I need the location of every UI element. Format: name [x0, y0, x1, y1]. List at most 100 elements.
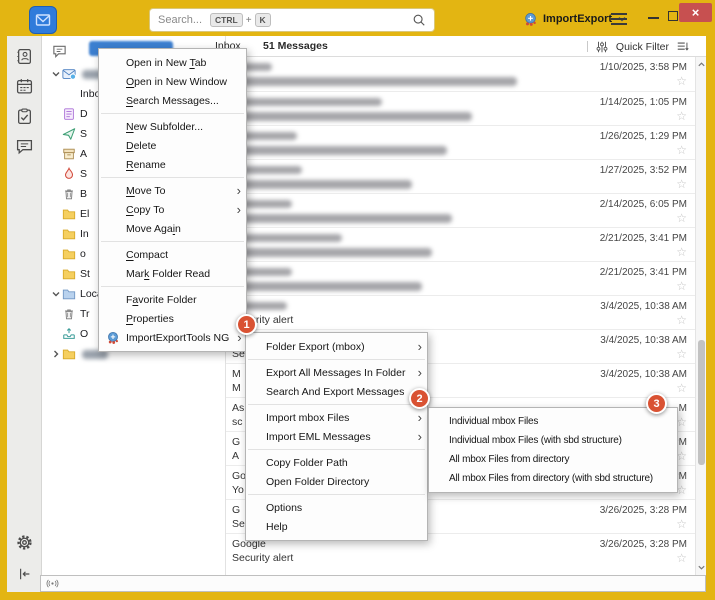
calendar-icon[interactable] — [16, 78, 33, 95]
menu-item[interactable]: Individual mbox Files (with sbd structur… — [429, 431, 677, 450]
chevron-down-icon[interactable] — [50, 289, 62, 299]
menu-item[interactable]: Open in New Tab › — [99, 53, 246, 72]
star-icon[interactable]: ☆ — [676, 280, 687, 292]
message-row[interactable]: 2/21/2025, 3:41 PM ☆ — [226, 261, 695, 295]
message-date: 2/21/2025, 3:41 PM — [599, 232, 687, 244]
star-icon[interactable]: ☆ — [676, 246, 687, 258]
menu-separator — [248, 359, 425, 360]
menu-item[interactable]: Folder Export (mbox) › — [246, 337, 427, 356]
menu-item[interactable]: Open in New Window › — [99, 72, 246, 91]
chat-icon[interactable] — [16, 138, 33, 155]
menu-item[interactable]: Rename › — [99, 155, 246, 174]
scroll-down-icon[interactable] — [697, 563, 706, 572]
tasks-icon[interactable] — [16, 108, 33, 125]
star-icon[interactable]: ☆ — [676, 518, 687, 530]
menu-item[interactable]: Copy Folder Path › — [246, 453, 427, 472]
folder-blue-icon — [62, 287, 76, 301]
menu-item[interactable]: Copy To › — [99, 200, 246, 219]
menu-item[interactable]: All mbox Files from directory (with sbd … — [429, 469, 677, 488]
menu-separator — [248, 449, 425, 450]
menu-item[interactable]: Search Messages... › — [99, 91, 246, 110]
star-icon[interactable]: ☆ — [676, 144, 687, 156]
message-row[interactable]: 1/10/2025, 3:58 PM ☆ — [226, 57, 695, 91]
mail-space-icon[interactable] — [29, 6, 57, 34]
minimize-button[interactable] — [648, 17, 659, 19]
submenu-arrow-icon: › — [417, 365, 422, 380]
menu-item-label: Favorite Folder — [126, 293, 197, 306]
collapse-sidebar-icon[interactable] — [18, 567, 32, 581]
star-icon[interactable]: ☆ — [676, 75, 687, 87]
blurred-sender — [232, 234, 342, 242]
message-row[interactable]: 1/14/2025, 1:05 PM ☆ — [226, 91, 695, 125]
menu-item[interactable]: Delete › — [99, 136, 246, 155]
message-date: 3/4/2025, 10:38 AM — [600, 334, 687, 346]
menu-item[interactable]: New Subfolder... › — [99, 117, 246, 136]
quick-filter-icon[interactable] — [595, 40, 609, 54]
star-icon[interactable]: ☆ — [676, 348, 687, 360]
account-icon — [62, 67, 76, 81]
search-placeholder: Search... — [158, 14, 203, 26]
menu-item-label: Open in New Tab — [126, 56, 207, 69]
step-badge-2: 2 — [409, 388, 430, 409]
chevron-down-icon[interactable] — [50, 69, 62, 79]
star-icon[interactable]: ☆ — [676, 178, 687, 190]
status-bar — [40, 575, 706, 592]
menu-item-label: Individual mbox Files (with sbd structur… — [449, 435, 622, 446]
menu-item[interactable]: Import EML Messages › — [246, 427, 427, 446]
quick-filter-label[interactable]: Quick Filter — [616, 41, 669, 53]
maximize-button[interactable] — [668, 11, 678, 21]
app-menu-button[interactable] — [611, 13, 627, 25]
display-options-icon[interactable] — [676, 40, 690, 54]
search-input[interactable]: Search... CTRL + K — [149, 8, 435, 32]
menu-item[interactable]: Search And Export Messages › — [246, 382, 427, 401]
star-icon[interactable]: ☆ — [676, 382, 687, 394]
message-date: M — [678, 402, 687, 414]
menu-item-label: Move Again — [126, 222, 181, 235]
message-row[interactable]: 2/21/2025, 3:41 PM ☆ — [226, 227, 695, 261]
gear-icon[interactable] — [16, 534, 33, 551]
menu-item[interactable]: Move To › — [99, 181, 246, 200]
close-button[interactable]: × — [679, 3, 712, 22]
new-message-bubble-icon[interactable] — [52, 44, 67, 59]
chevron-right-icon[interactable] — [50, 349, 62, 359]
search-icon[interactable] — [412, 13, 426, 27]
message-sender: As — [232, 402, 245, 414]
scroll-up-icon[interactable] — [697, 60, 706, 69]
scrollbar[interactable] — [695, 57, 706, 575]
menu-item[interactable]: Individual mbox Files — [429, 412, 677, 431]
star-icon[interactable]: ☆ — [676, 212, 687, 224]
menu-item-label: Move To — [126, 184, 166, 197]
scrollbar-thumb[interactable] — [697, 340, 705, 465]
message-date: 3/4/2025, 10:38 AM — [600, 368, 687, 380]
message-date: 3/4/2025, 10:38 AM — [600, 300, 687, 312]
menu-item-gutter — [429, 453, 449, 467]
menu-item-gutter — [246, 456, 266, 470]
folder-label: Tr — [80, 308, 90, 320]
menu-item[interactable]: Open Folder Directory › — [246, 472, 427, 491]
message-row[interactable]: 2/14/2025, 6:05 PM ☆ — [226, 193, 695, 227]
menu-item[interactable]: Properties › — [99, 309, 246, 328]
message-row[interactable]: 1/27/2025, 3:52 PM ☆ — [226, 159, 695, 193]
menu-item[interactable]: Import mbox Files › — [246, 408, 427, 427]
message-subject: Se — [232, 518, 245, 530]
menu-item-gutter — [246, 385, 266, 399]
outbox-icon — [62, 327, 76, 341]
submenu-arrow-icon: › — [236, 202, 241, 217]
star-icon[interactable]: ☆ — [676, 110, 687, 122]
menu-item[interactable]: Compact › — [99, 245, 246, 264]
menu-item[interactable]: Mark Folder Read › — [99, 264, 246, 283]
menu-item[interactable]: ImportExportTools NG › — [99, 328, 246, 347]
address-book-icon[interactable] — [16, 48, 33, 65]
star-icon[interactable]: ☆ — [676, 314, 687, 326]
menu-item[interactable]: Favorite Folder › — [99, 290, 246, 309]
folder-icon — [62, 347, 76, 361]
message-row[interactable]: 3/4/2025, 10:38 AM Security alert ☆ — [226, 295, 695, 329]
blurred-subject — [232, 213, 452, 223]
menu-item[interactable]: Move Again › — [99, 219, 246, 238]
menu-item[interactable]: Help › — [246, 517, 427, 536]
star-icon[interactable]: ☆ — [676, 552, 687, 564]
menu-item[interactable]: All mbox Files from directory — [429, 450, 677, 469]
message-row[interactable]: 1/26/2025, 1:29 PM ☆ — [226, 125, 695, 159]
menu-item[interactable]: Export All Messages In Folder › — [246, 363, 427, 382]
menu-item[interactable]: Options › — [246, 498, 427, 517]
